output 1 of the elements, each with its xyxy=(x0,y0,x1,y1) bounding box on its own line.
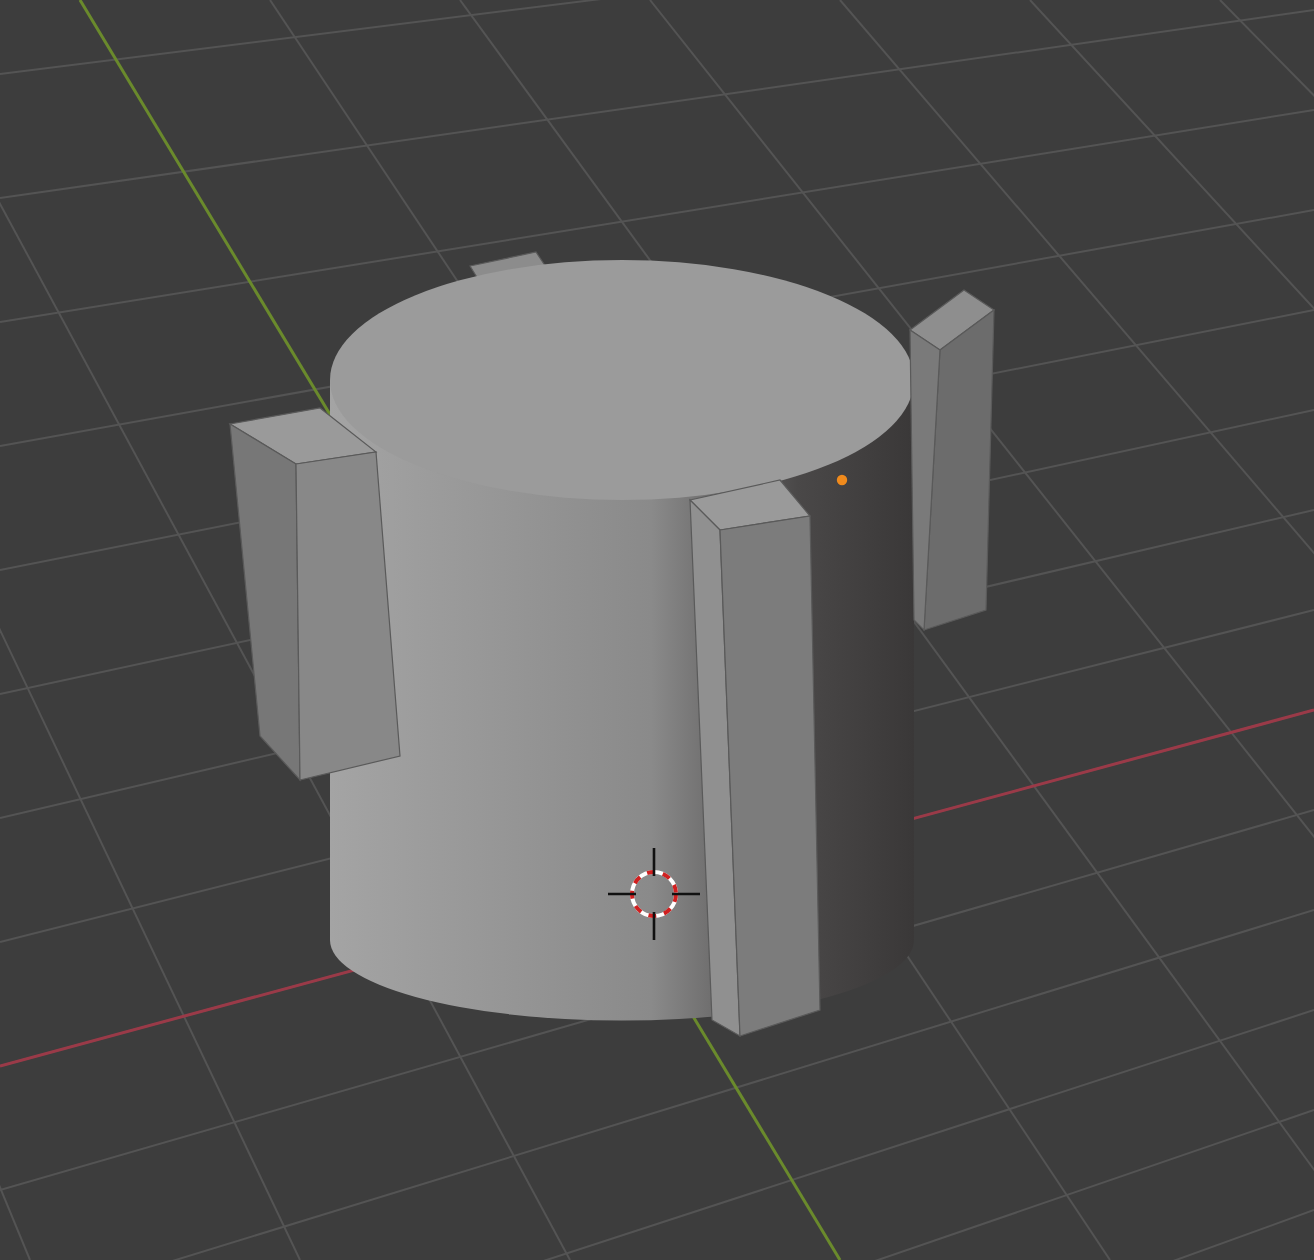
3d-cursor-icon xyxy=(606,846,702,942)
